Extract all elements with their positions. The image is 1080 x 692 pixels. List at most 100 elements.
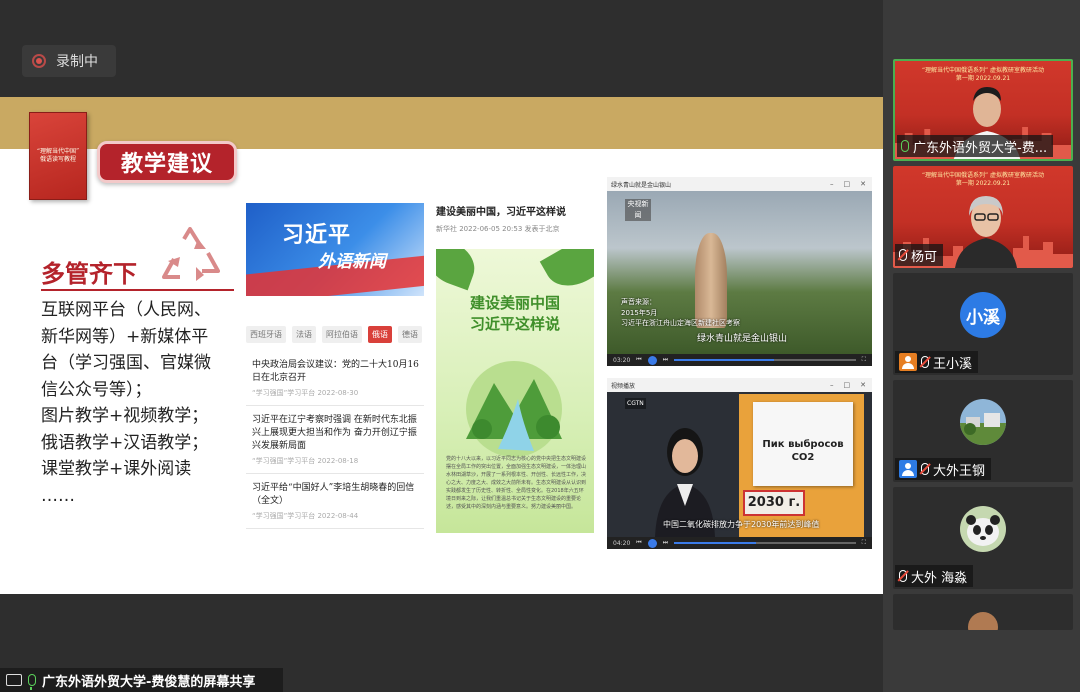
topic-title: 教学建议 [120,152,213,177]
article-title[interactable]: 建设美丽中国，习近平这样说 [436,203,596,218]
screen-share-bar[interactable]: 广东外语外贸大学-费俊慧的屏幕共享 [0,668,283,692]
recording-label: 录制中 [56,54,98,70]
news-item-meta: “学习强国”学习平台 2022-08-30 [252,389,359,398]
presentation-slide: “理解当代中国” 俄语读写教程 教学建议 多管齐下 互联网平台（人民网、 新华网… [0,97,883,594]
video-player-1[interactable]: 绿水青山就是金山银山 – □ ✕ 央视新闻 声音来源： 2015年5月 习近平在… [607,177,872,366]
textbook-title: “理解当代中国” 俄语读写教程 [36,148,80,163]
tab-german[interactable]: 德语 [398,326,422,343]
foreign-language-news-panel: 习近平 外语新闻 西班牙语 法语 阿拉伯语 俄语 德语 中央政治局会议建议：党的… [246,203,424,533]
video-caption: 绿水青山就是金山银山 [697,334,788,344]
participant-name: 广东外语外贸大学-费... [913,140,1048,156]
strategy-line: 互联网平台（人民网、 [41,300,211,320]
recording-indicator[interactable]: 录制中 [22,45,116,77]
video-frame: CGTN Пик выбросов CO2 2030 г. 中国二氧化碳排放力争… [607,392,872,537]
record-icon [32,54,46,68]
news-item-meta: “学习强国”学习平台 2022-08-18 [252,457,359,466]
participant-tile[interactable]: 大外 海淼 [893,487,1073,589]
participant-tile[interactable]: 大外王钢 [893,380,1073,482]
play-pause-icon[interactable] [647,355,657,365]
participant-name-label: 大外 海淼 [895,565,974,587]
info-card-paper: Пик выбросов CO2 [753,402,853,486]
article-panel: 建设美丽中国，习近平这样说 新华社 2022-06-05 20:53 发表于北京… [436,203,596,533]
video-window-titlebar: 绿水青山就是金山银山 – □ ✕ [607,177,872,191]
poster-title-line: 习近平这样说 [469,315,560,333]
video-window-title: 绿水青山就是金山银山 [611,181,672,189]
video-progress-bar[interactable] [674,359,856,361]
close-icon[interactable]: ✕ [860,180,866,188]
shared-screen-area: 录制中 “理解当代中国” 俄语读写教程 教学建议 多管齐下 互联网平台（人民网、 [0,0,883,692]
strategy-heading: 多管齐下 [41,260,137,288]
avatar [968,612,998,630]
poster-title: 建设美丽中国 习近平这样说 [436,293,594,335]
recycle-icon [162,227,220,281]
prev-icon[interactable]: ⏮ [636,539,641,547]
participant-name-label: 大外王钢 [895,458,992,480]
textbook-cover-image: “理解当代中国” 俄语读写教程 [29,112,87,200]
microphone-icon [901,140,909,152]
video-source-text: 声音来源： 2015年5月 习近平在浙江舟山定海区新建社区考察 [621,298,740,327]
strategy-line: …… [41,485,75,506]
video-window-titlebar: 视频播放 – □ ✕ [607,378,872,392]
video-time: 04:20 [613,539,631,547]
news-item-meta: “学习强国”学习平台 2022-08-44 [252,512,359,521]
next-icon[interactable]: ⏭ [663,356,668,364]
video-player-2[interactable]: 视频播放 – □ ✕ CGTN Пик выбросов CO2 2030 г.… [607,378,872,549]
user-icon [899,353,917,371]
avatar [960,399,1006,445]
maximize-icon[interactable]: □ [844,180,851,188]
avatar [960,506,1006,552]
participant-name-label: 杨可 [895,244,944,266]
video-subtitle: 中国二氧化碳排放力争于2030年前达到峰值 [663,520,820,529]
participant-tile[interactable]: 小溪 王小溪 [893,273,1073,375]
participant-tile[interactable] [893,594,1073,630]
tab-russian[interactable]: 俄语 [368,326,392,343]
panda-avatar-image [960,506,1006,552]
tab-arabic[interactable]: 阿拉伯语 [322,326,362,343]
participant-sidebar: “理解当代中国俄语系列” 虚拟教研室教研活动 第一期 2022.09.21 广东… [883,0,1080,692]
article-meta: 新华社 2022-06-05 20:53 发表于北京 [436,225,560,233]
next-icon[interactable]: ⏭ [663,539,668,547]
fullscreen-icon[interactable]: ⛶ [862,356,866,364]
microphone-muted-icon [899,570,907,582]
participant-tile[interactable]: “理解当代中国俄语系列” 虚拟教研室教研活动 第一期 2022.09.21 广东… [893,59,1073,161]
heading-underline [41,289,234,291]
close-icon[interactable]: ✕ [860,381,866,389]
microphone-muted-icon [921,356,929,368]
minimize-icon[interactable]: – [830,180,834,188]
leaf-decoration [436,249,482,291]
screen-share-label: 广东外语外贸大学-费俊慧的屏幕共享 [42,674,256,690]
strategy-line: 课堂教学+课外阅读 [41,459,192,480]
tab-spanish[interactable]: 西班牙语 [246,326,286,343]
video-controls: 03:20 ⏮ ⏭ ⛶ [607,354,872,366]
news-item-title: 习近平给“中国好人”李培生胡晓春的回信（全文） [252,483,415,507]
news-item[interactable]: 中央政治局会议建议：党的二十大10月16日在北京召开 “学习强国”学习平台 20… [246,351,424,407]
strategy-line: 新华网等）+新媒体平 [41,326,209,347]
play-pause-icon[interactable] [647,538,657,548]
poster-title-line: 建设美丽中国 [469,294,560,312]
participant-tile[interactable]: “理解当代中国俄语系列” 虚拟教研室教研活动 第一期 2022.09.21 杨可 [893,166,1073,268]
video-frame: 央视新闻 声音来源： 2015年5月 习近平在浙江舟山定海区新建社区考察 绿水青… [607,191,872,354]
news-item-title: 中央政治局会议建议：党的二十大10月16日在北京召开 [252,360,419,384]
strategy-line: 俄语教学+汉语教学； [41,432,209,453]
video-progress-bar[interactable] [674,542,856,544]
fullscreen-icon[interactable]: ⛶ [862,539,866,547]
microphone-icon [28,674,36,690]
info-card-graphic: Пик выбросов CO2 2030 г. [739,394,864,537]
strategy-line: 信公众号等）； [41,379,152,400]
leaf-decoration [539,249,594,297]
maximize-icon[interactable]: □ [844,381,851,389]
news-item[interactable]: 习近平在辽宁考察时强调 在新时代东北振兴上展现更大担当和作为 奋力开创辽宁振兴发… [246,406,424,475]
tab-french[interactable]: 法语 [292,326,316,343]
prev-icon[interactable]: ⏮ [636,356,641,364]
strategy-line: 台（学习强国、官媒微 [41,353,211,374]
info-card-line: CO2 [791,452,815,463]
poster-body-text: 党的十八大以来，以习近平同志为核心的党中央把生态文明建设摆在全局工作的突出位置，… [446,456,587,510]
participant-name: 大外 海淼 [911,570,968,586]
news-item[interactable]: 习近平给“中国好人”李培生胡晓春的回信（全文） “学习强国”学习平台 2022-… [246,474,424,530]
participant-name: 王小溪 [933,356,973,372]
avatar: 小溪 [960,292,1006,338]
landscape-avatar-image [960,399,1006,445]
minimize-icon[interactable]: – [830,381,834,389]
cctv-news-logo: 央视新闻 [625,199,651,221]
participant-name: 大外王钢 [933,463,986,479]
